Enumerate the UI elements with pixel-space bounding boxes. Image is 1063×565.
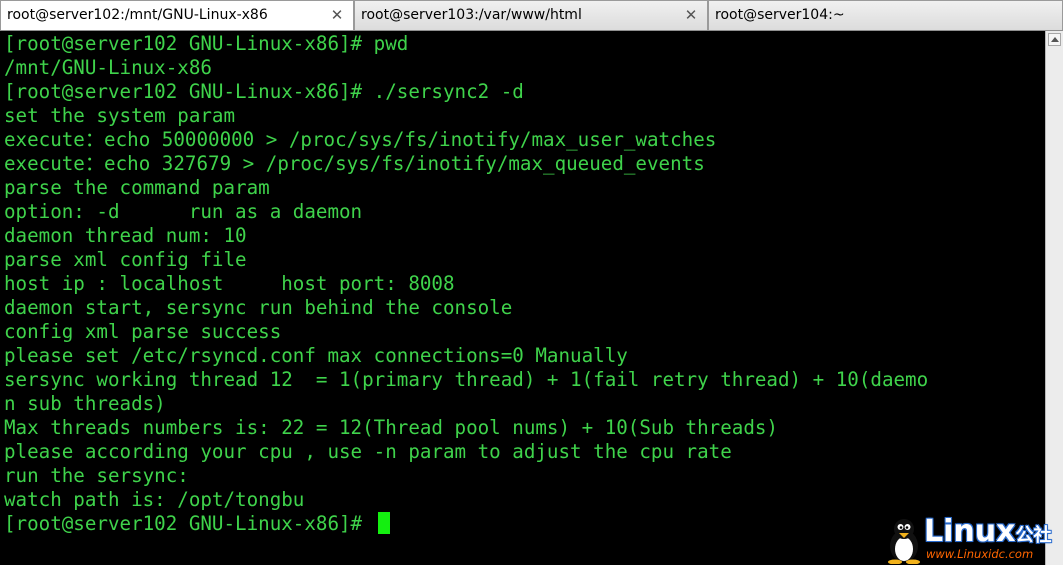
- terminal-line: watch path is: /opt/tongbu: [4, 488, 305, 511]
- terminal-line: config xml parse success: [4, 320, 282, 343]
- close-tab-icon[interactable]: ✕: [329, 1, 345, 29]
- terminal-line: sersync working thread 12 = 1(primary th…: [4, 368, 929, 391]
- terminal-cursor: [377, 512, 390, 534]
- scroll-up-button[interactable]: [1048, 33, 1061, 46]
- terminal-line: n sub threads): [4, 392, 166, 415]
- terminal-line: run the sersync:: [4, 464, 189, 487]
- terminal-output[interactable]: [root@server102 GNU-Linux-x86]# pwd /mnt…: [2, 31, 1045, 565]
- terminal-line: [root@server102 GNU-Linux-x86]# pwd: [4, 32, 409, 55]
- terminal-line: [root@server102 GNU-Linux-x86]# ./sersyn…: [4, 80, 524, 103]
- prompt-text: [root@server102 GNU-Linux-x86]#: [4, 512, 374, 535]
- tab-server104[interactable]: root@server104:~: [708, 0, 1063, 30]
- terminal-line: daemon thread num: 10: [4, 224, 247, 247]
- terminal-prompt[interactable]: [root@server102 GNU-Linux-x86]#: [4, 512, 390, 536]
- tab-title: root@server102:/mnt/GNU-Linux-x86: [7, 7, 268, 23]
- tab-bar: root@server102:/mnt/GNU-Linux-x86 ✕ root…: [0, 0, 1063, 31]
- terminal-line: /mnt/GNU-Linux-x86: [4, 56, 212, 79]
- terminal-line: parse xml config file: [4, 248, 247, 271]
- terminal-scrollbar[interactable]: [1045, 31, 1063, 565]
- tab-server102[interactable]: root@server102:/mnt/GNU-Linux-x86 ✕: [0, 0, 354, 30]
- terminal-line: set the system param: [4, 104, 236, 127]
- linuxidc-watermark: Linux公社 www.Linuxidc.com: [884, 516, 1060, 564]
- close-tab-icon[interactable]: ✕: [683, 1, 699, 29]
- terminal-line: daemon start, sersync run behind the con…: [4, 296, 513, 319]
- tab-title: root@server104:~: [715, 7, 845, 23]
- terminal-line: please according your cpu , use -n param…: [4, 440, 732, 463]
- tab-server103[interactable]: root@server103:/var/www/html ✕: [354, 0, 708, 30]
- terminal-line: option: -d run as a daemon: [4, 200, 363, 223]
- terminal-line: parse the command param: [4, 176, 270, 199]
- watermark-url: www.Linuxidc.com: [926, 547, 1034, 561]
- tab-title: root@server103:/var/www/html: [361, 7, 582, 23]
- terminal-line: execute：echo 50000000 > /proc/sys/fs/ino…: [4, 128, 717, 151]
- terminal-line: please set /etc/rsyncd.conf max connecti…: [4, 344, 628, 367]
- terminal-line: host ip : localhost host port: 8008: [4, 272, 455, 295]
- tux-penguin-icon: [888, 519, 920, 564]
- terminal-line: Max threads numbers is: 22 = 12(Thread p…: [4, 416, 778, 439]
- terminal-line: execute：echo 327679 > /proc/sys/fs/inoti…: [4, 152, 705, 175]
